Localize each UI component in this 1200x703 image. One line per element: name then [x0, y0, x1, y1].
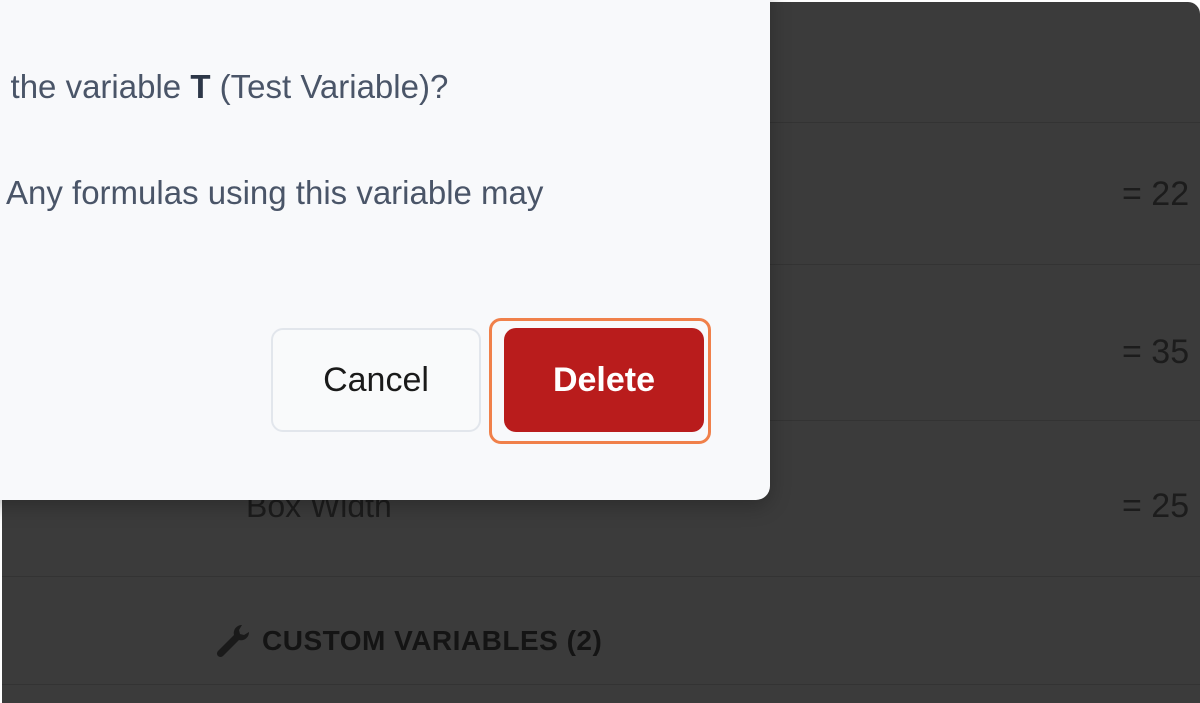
variable-symbol: T — [190, 68, 211, 105]
delete-variable-dialog: e the variable T (Test Variable)? Any fo… — [0, 0, 770, 500]
variable-value: = 25 — [1122, 487, 1190, 525]
variable-value: = 35 — [1122, 333, 1190, 371]
question-suffix: (Test Variable)? — [210, 68, 449, 105]
wrench-icon — [216, 624, 250, 658]
variable-value: = 22 — [1122, 175, 1190, 213]
section-header-custom-variables: CUSTOM VARIABLES (2) — [212, 619, 602, 663]
dialog-warning: Any formulas using this variable may — [6, 174, 544, 211]
delete-button[interactable]: Delete — [504, 328, 704, 432]
section-header-label: CUSTOM VARIABLES (2) — [262, 625, 603, 656]
question-prefix: e the variable — [0, 68, 191, 105]
cancel-button[interactable]: Cancel — [271, 328, 481, 432]
